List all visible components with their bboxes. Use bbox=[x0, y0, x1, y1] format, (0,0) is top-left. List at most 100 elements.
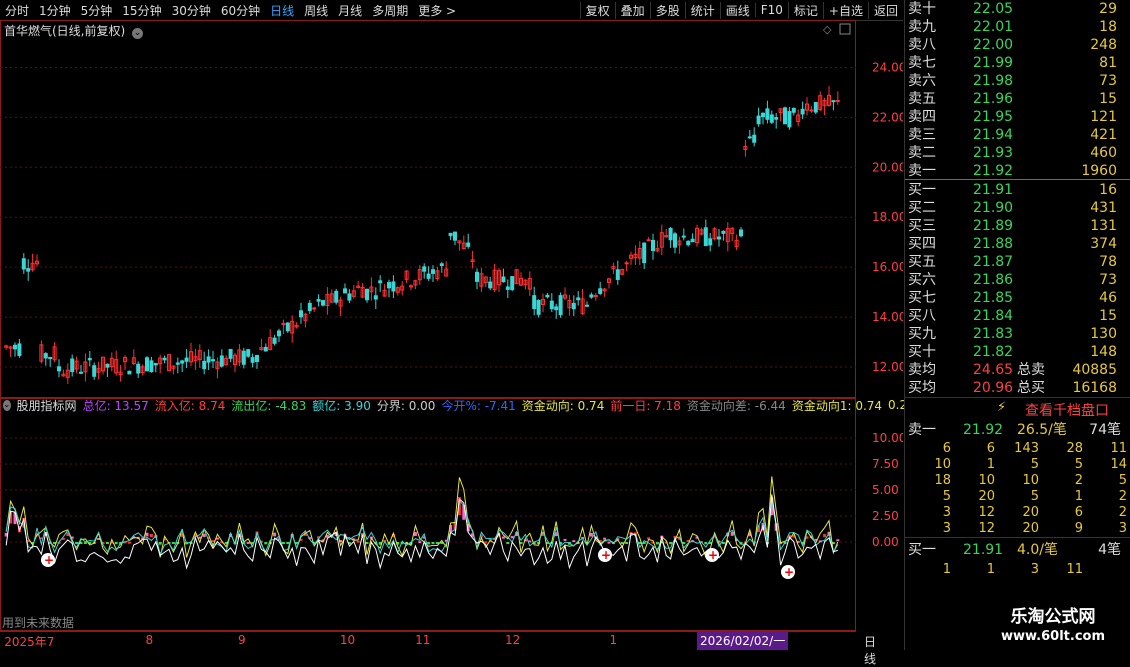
period-tab-7[interactable]: 周线 bbox=[299, 2, 333, 19]
chevron-down-icon[interactable]: ⌄ bbox=[132, 28, 144, 39]
period-tab-3[interactable]: 15分钟 bbox=[117, 2, 166, 19]
toolbar-action-8[interactable]: 返回 bbox=[867, 1, 903, 19]
queue-cell: 6 bbox=[1074, 505, 1083, 520]
indicator-bar bbox=[105, 542, 109, 544]
candle-body bbox=[153, 363, 158, 366]
ask-row: 卖九 22.01 18 bbox=[905, 18, 1130, 36]
date-label-1: 8 bbox=[145, 633, 154, 647]
indicator-bar bbox=[171, 542, 175, 544]
candle-body bbox=[241, 350, 246, 365]
bid-row: 买九 21.83 130 bbox=[905, 325, 1130, 343]
ask-volume: 460 bbox=[1090, 145, 1117, 161]
queue-head: 买一 21.91 4.0/笔 4笔 bbox=[905, 541, 1130, 559]
toolbar-action-4[interactable]: 画线 bbox=[719, 1, 755, 19]
candle-body bbox=[593, 294, 598, 297]
period-toolbar: 分时 1分钟 5分钟 15分钟 30分钟 60分钟 日线 周线 月线 多周期 更多 > 复权 叠加 多股统… bbox=[0, 0, 903, 21]
candle-body bbox=[642, 242, 647, 264]
candle-body bbox=[739, 229, 743, 237]
view-depth-button[interactable]: 查看千档盘口 bbox=[1025, 400, 1109, 420]
toolbar-action-7[interactable]: +自选 bbox=[822, 1, 868, 19]
bid-label: 买八 bbox=[908, 308, 936, 324]
candle-body bbox=[272, 337, 277, 344]
period-tab-0[interactable]: 分时 bbox=[0, 2, 34, 19]
bid-label: 买四 bbox=[908, 236, 936, 252]
chart-title: 首华燃气(日线,前复权) ⌄ bbox=[4, 22, 144, 39]
bid-volume: 16 bbox=[1099, 182, 1117, 198]
lightning-icon: ⚡ bbox=[997, 400, 1007, 415]
ask-row: 卖一 21.92 1960 bbox=[905, 162, 1130, 180]
candle-body bbox=[598, 288, 603, 294]
candle-body bbox=[343, 288, 347, 294]
queue-cell: 1 bbox=[1074, 489, 1083, 504]
indicator-bar bbox=[510, 535, 514, 539]
diamond-icon[interactable]: ◇ bbox=[823, 23, 832, 36]
price-axis-label: 16.00 bbox=[872, 260, 903, 274]
toolbar-action-6[interactable]: 标记 bbox=[787, 1, 823, 19]
queue-cell: 5 bbox=[1118, 473, 1127, 488]
candle-body bbox=[299, 310, 303, 318]
period-tab-8[interactable]: 月线 bbox=[333, 2, 367, 19]
indicator-collapse-icon[interactable]: ⌄ bbox=[3, 399, 11, 411]
indicator-bar bbox=[603, 537, 607, 540]
period-tab-10[interactable]: 更多 > bbox=[413, 2, 461, 19]
candle-body bbox=[558, 295, 563, 316]
ask-price: 21.92 bbox=[973, 163, 1014, 179]
indicator-bar bbox=[431, 542, 435, 544]
ask-row: 卖二 21.93 460 bbox=[905, 144, 1130, 162]
period-tab-9[interactable]: 多周期 bbox=[367, 2, 413, 19]
candle-body bbox=[708, 238, 713, 246]
ask-volume: 81 bbox=[1099, 55, 1117, 71]
period-tab-6[interactable]: 日线 bbox=[265, 2, 299, 19]
queue-cell: 20 bbox=[1022, 521, 1039, 536]
toolbar-action-2[interactable]: 多股 bbox=[649, 1, 685, 19]
candle-body bbox=[615, 269, 620, 280]
price-axis-label: 20.00 bbox=[872, 160, 903, 174]
queue-label: 卖一 bbox=[908, 422, 936, 438]
candle-body bbox=[761, 112, 765, 118]
queue-cell: 5 bbox=[1030, 457, 1039, 472]
toolbar-actions: 复权 叠加 多股 统计 画线 F10 标记 +自选 返回 bbox=[579, 0, 903, 20]
indicator-bar bbox=[501, 536, 505, 539]
candle-body bbox=[813, 102, 818, 113]
bid-price: 21.88 bbox=[973, 236, 1014, 252]
toolbar-action-5[interactable]: F10 bbox=[754, 3, 788, 17]
indicator-axis-label: 0.00 bbox=[872, 535, 899, 549]
candle-body bbox=[589, 294, 594, 298]
candle-body bbox=[321, 300, 325, 306]
bid-price: 21.89 bbox=[973, 218, 1014, 234]
queue-head: 卖一 21.92 26.5/笔 74笔 bbox=[905, 421, 1130, 439]
toolbar-action-1[interactable]: 叠加 bbox=[614, 1, 650, 19]
watermark-title: 乐淘公式网 bbox=[1010, 607, 1096, 627]
period-tab-4[interactable]: 30分钟 bbox=[167, 2, 216, 19]
candle-body bbox=[624, 262, 629, 265]
ask-label: 卖六 bbox=[908, 73, 936, 89]
queue-cell: 20 bbox=[978, 489, 995, 504]
bid-volume: 73 bbox=[1099, 272, 1117, 288]
indicator-bar bbox=[281, 542, 285, 544]
period-tab-2[interactable]: 5分钟 bbox=[76, 2, 118, 19]
bid-label: 买九 bbox=[908, 326, 936, 342]
price-axis-label: 18.00 bbox=[872, 210, 903, 224]
queue-cell: 10 bbox=[978, 473, 995, 488]
buy-signal-plus: + bbox=[784, 565, 794, 579]
bid-row: 买一 21.91 16 bbox=[905, 181, 1130, 199]
panel-divider bbox=[905, 397, 1130, 398]
panel-toggle-icon[interactable] bbox=[839, 23, 851, 35]
date-label-5: 12 bbox=[505, 633, 521, 647]
period-tab-1[interactable]: 1分钟 bbox=[34, 2, 76, 19]
candle-body bbox=[92, 365, 97, 377]
candle-body bbox=[752, 134, 757, 143]
chart-title-text: 首华燃气(日线,前复权) bbox=[4, 24, 126, 38]
candle-body bbox=[312, 307, 317, 310]
candle-body bbox=[571, 302, 576, 310]
kline-chart[interactable]: 24.0022.0020.0018.0016.0014.0012.00◇10.0… bbox=[0, 20, 903, 650]
bid-label: 买六 bbox=[908, 272, 936, 288]
candle-body bbox=[453, 231, 457, 241]
toolbar-action-0[interactable]: 复权 bbox=[579, 1, 615, 19]
toolbar-action-3[interactable]: 统计 bbox=[684, 1, 720, 19]
queue-cell: 3 bbox=[1118, 521, 1127, 536]
queue-cell: 143 bbox=[1014, 441, 1039, 456]
bid-row: 买四 21.88 374 bbox=[905, 235, 1130, 253]
indicator-field-4: 分界: 0.00 bbox=[376, 398, 436, 413]
period-tab-5[interactable]: 60分钟 bbox=[216, 2, 265, 19]
